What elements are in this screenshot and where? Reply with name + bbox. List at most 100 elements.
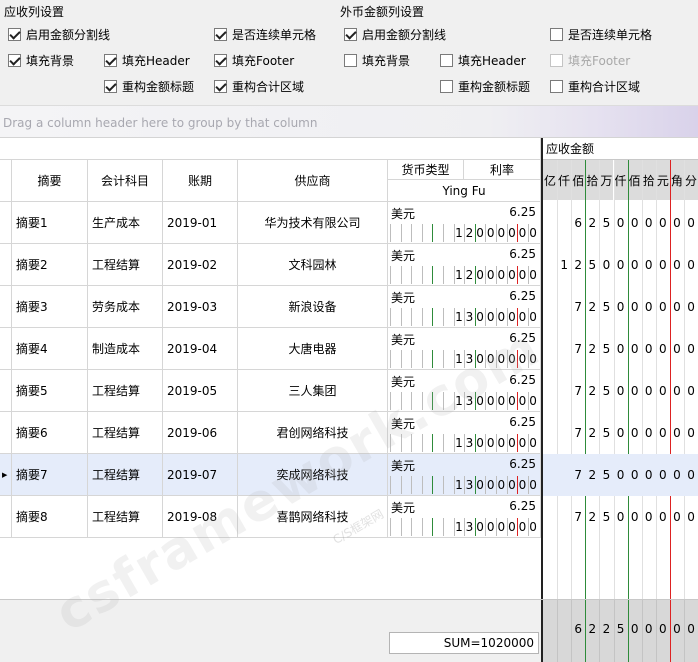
cell-summary[interactable]: 摘要1 — [12, 202, 88, 244]
receivable-option-3[interactable]: 填充Header — [104, 52, 190, 68]
cell-account[interactable]: 工程结算 — [88, 454, 163, 496]
checkbox-icon[interactable] — [104, 79, 117, 93]
cell-summary[interactable]: 摘要4 — [12, 328, 88, 370]
col-header-currency-type[interactable]: 货币类型 — [388, 160, 464, 180]
amount-digit: 0 — [630, 216, 639, 230]
foreign-option-3[interactable]: 填充Header — [440, 52, 526, 68]
row-indicator[interactable] — [0, 244, 12, 286]
col-header-receivable[interactable]: 应收金额 — [543, 138, 698, 160]
fx-digit: 0 — [518, 436, 527, 450]
foreign-option-1[interactable]: 是否连续单元格 — [550, 26, 652, 42]
receivable-option-4[interactable]: 填充Footer — [214, 52, 294, 68]
col-header-summary[interactable]: 摘要 — [12, 160, 88, 202]
cell-supplier[interactable]: 华为技术有限公司 — [238, 202, 388, 244]
amount-digit: 0 — [644, 342, 653, 356]
cell-foreign-amount[interactable]: 美元 6.25 1 3 0 0 0 0 0 0 — [388, 328, 541, 370]
checkbox-icon[interactable] — [440, 79, 453, 93]
cell-period[interactable]: 2019-02 — [163, 244, 238, 286]
cell-summary[interactable]: 摘要7 — [12, 454, 88, 496]
cell-account[interactable]: 工程结算 — [88, 370, 163, 412]
cell-supplier[interactable]: 新浪设备 — [238, 286, 388, 328]
amount-digit: 0 — [687, 426, 695, 440]
cell-period[interactable]: 2019-06 — [163, 412, 238, 454]
row-indicator[interactable] — [0, 328, 12, 370]
cell-supplier[interactable]: 三人集团 — [238, 370, 388, 412]
col-header-supplier[interactable]: 供应商 — [238, 160, 388, 202]
fx-digit: 0 — [518, 478, 527, 492]
cell-foreign-amount[interactable]: 美元 6.25 1 3 0 0 0 0 0 0 — [388, 496, 541, 538]
footer-digit-divider — [655, 600, 657, 662]
checkbox-icon[interactable] — [550, 79, 563, 93]
cell-foreign-amount[interactable]: 美元 6.25 1 3 0 0 0 0 0 0 — [388, 412, 541, 454]
rate-value: 6.25 — [509, 415, 536, 429]
foreign-option-5[interactable]: 重构金额标题 — [440, 78, 530, 94]
amount-digit: 0 — [673, 468, 681, 482]
receivable-option-6[interactable]: 重构合计区域 — [214, 78, 304, 94]
cell-account[interactable]: 工程结算 — [88, 244, 163, 286]
fx-digit-divider — [443, 224, 444, 242]
cell-summary[interactable]: 摘要8 — [12, 496, 88, 538]
cell-summary[interactable]: 摘要3 — [12, 286, 88, 328]
cell-account[interactable]: 劳务成本 — [88, 286, 163, 328]
cell-summary[interactable]: 摘要2 — [12, 244, 88, 286]
cell-period[interactable]: 2019-07 — [163, 454, 238, 496]
rate-value: 6.25 — [509, 205, 536, 219]
cell-foreign-amount[interactable]: 美元 6.25 1 3 0 0 0 0 0 0 — [388, 454, 541, 496]
cell-summary[interactable]: 摘要5 — [12, 370, 88, 412]
cell-foreign-amount[interactable]: 美元 6.25 1 2 0 0 0 0 0 0 — [388, 244, 541, 286]
footer-digit-divider — [571, 600, 573, 662]
checkbox-icon[interactable] — [214, 53, 227, 67]
checkbox-icon[interactable] — [440, 53, 453, 67]
checkbox-icon[interactable] — [104, 53, 117, 67]
checkbox-icon[interactable] — [344, 53, 357, 67]
cell-period[interactable]: 2019-04 — [163, 328, 238, 370]
cell-period[interactable]: 2019-03 — [163, 286, 238, 328]
cell-supplier[interactable]: 喜鹊网络科技 — [238, 496, 388, 538]
cell-period[interactable]: 2019-01 — [163, 202, 238, 244]
cell-account[interactable]: 制造成本 — [88, 328, 163, 370]
currency-label: 美元 — [391, 459, 416, 473]
row-indicator[interactable]: ▶ — [0, 454, 12, 496]
cell-foreign-amount[interactable]: 美元 6.25 1 3 0 0 0 0 0 0 — [388, 286, 541, 328]
cell-supplier[interactable]: 奕成网络科技 — [238, 454, 388, 496]
cell-account[interactable]: 工程结算 — [88, 496, 163, 538]
foreign-option-label: 重构合计区域 — [568, 79, 641, 94]
row-indicator[interactable] — [0, 496, 12, 538]
foreign-option-2[interactable]: 填充背景 — [344, 52, 410, 68]
receivable-option-2[interactable]: 填充背景 — [8, 52, 74, 68]
checkbox-icon[interactable] — [214, 27, 227, 41]
row-indicator[interactable] — [0, 370, 12, 412]
cell-supplier[interactable]: 文科园林 — [238, 244, 388, 286]
row-indicator[interactable] — [0, 286, 12, 328]
cell-foreign-amount[interactable]: 美元 6.25 1 3 0 0 0 0 0 0 — [388, 370, 541, 412]
amount-unit-header: 亿 — [543, 160, 558, 200]
receivable-option-5[interactable]: 重构金额标题 — [104, 78, 194, 94]
amount-digit: 0 — [673, 426, 681, 440]
checkbox-icon[interactable] — [8, 53, 21, 67]
checkbox-icon[interactable] — [344, 27, 357, 41]
cell-supplier[interactable]: 大唐电器 — [238, 328, 388, 370]
foreign-option-6[interactable]: 重构合计区域 — [550, 78, 640, 94]
cell-foreign-amount[interactable]: 美元 6.25 1 2 0 0 0 0 0 0 — [388, 202, 541, 244]
col-header-account[interactable]: 会计科目 — [88, 160, 163, 202]
cell-period[interactable]: 2019-05 — [163, 370, 238, 412]
fx-digit-divider — [390, 392, 391, 410]
checkbox-icon[interactable] — [8, 27, 21, 41]
row-indicator[interactable] — [0, 202, 12, 244]
cell-supplier[interactable]: 君创网络科技 — [238, 412, 388, 454]
col-header-yingfu[interactable]: Ying Fu — [388, 180, 541, 202]
cell-account[interactable]: 生产成本 — [88, 202, 163, 244]
col-header-rate[interactable]: 利率 — [464, 160, 541, 180]
total-digit: 0 — [630, 622, 639, 636]
cell-account[interactable]: 工程结算 — [88, 412, 163, 454]
foreign-option-0[interactable]: 启用金额分割线 — [344, 26, 446, 42]
receivable-option-0[interactable]: 启用金额分割线 — [8, 26, 110, 42]
group-by-panel[interactable]: Drag a column header here to group by th… — [0, 105, 698, 138]
cell-summary[interactable]: 摘要6 — [12, 412, 88, 454]
receivable-option-1[interactable]: 是否连续单元格 — [214, 26, 316, 42]
checkbox-icon[interactable] — [550, 27, 563, 41]
checkbox-icon[interactable] — [214, 79, 227, 93]
col-header-period[interactable]: 账期 — [163, 160, 238, 202]
cell-period[interactable]: 2019-08 — [163, 496, 238, 538]
row-indicator[interactable] — [0, 412, 12, 454]
